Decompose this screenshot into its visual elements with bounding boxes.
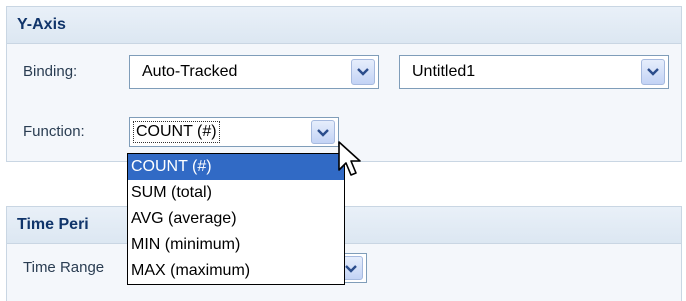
series-dropdown-button[interactable] [641, 59, 665, 85]
binding-select-value: Auto-Tracked [142, 63, 238, 80]
mouse-pointer-icon [338, 141, 361, 176]
binding-label: Binding: [23, 63, 78, 80]
function-select-value: COUNT (#) [133, 121, 220, 143]
series-select-value: Untitled1 [412, 63, 476, 80]
y-axis-header: Y-Axis [7, 7, 681, 44]
function-option-avg[interactable]: AVG (average) [128, 206, 344, 232]
function-option-max[interactable]: MAX (maximum) [128, 258, 344, 284]
function-dropdown-list: COUNT (#) SUM (total) AVG (average) MIN … [127, 153, 345, 285]
function-option-min[interactable]: MIN (minimum) [128, 232, 344, 258]
function-option-sum[interactable]: SUM (total) [128, 180, 344, 206]
chevron-down-icon [345, 265, 357, 273]
function-dropdown-button[interactable] [311, 120, 335, 144]
y-axis-panel: Y-Axis Binding: Auto-Tracked Untitled1 F… [6, 6, 682, 162]
binding-select[interactable]: Auto-Tracked [129, 55, 379, 89]
chevron-down-icon [357, 68, 369, 76]
function-option-count[interactable]: COUNT (#) [128, 154, 344, 180]
chevron-down-icon [647, 68, 659, 76]
series-select[interactable]: Untitled1 [399, 55, 669, 89]
time-range-label: Time Range [23, 259, 105, 276]
binding-dropdown-button[interactable] [351, 59, 375, 85]
binding-row: Binding: Auto-Tracked Untitled1 [7, 53, 681, 93]
function-label: Function: [23, 123, 85, 140]
function-select[interactable]: COUNT (#) [129, 117, 339, 147]
chevron-down-icon [317, 129, 329, 137]
